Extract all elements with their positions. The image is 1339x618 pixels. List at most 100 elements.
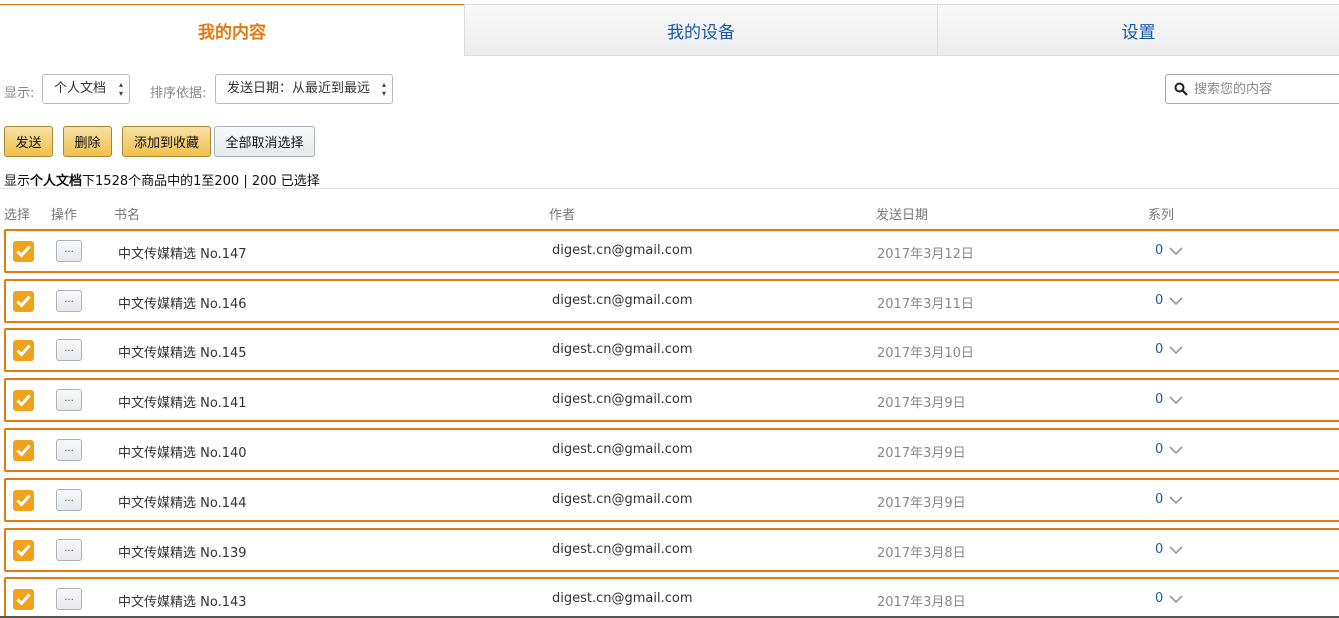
row-checkbox[interactable] (13, 241, 34, 262)
checkmark-icon (16, 344, 31, 357)
checkmark-icon (16, 544, 31, 557)
select-arrows-icon: ▴ ▾ (381, 80, 386, 98)
checkmark-icon (16, 394, 31, 407)
search-box[interactable] (1165, 74, 1339, 104)
row-title: 中文传媒精选 No.139 (118, 546, 247, 561)
row-author: digest.cn@gmail.com (552, 442, 693, 457)
table-row[interactable]: ... 中文传媒精选 No.141 digest.cn@gmail.com 2017年… (4, 378, 1339, 422)
more-actions-button[interactable]: ... (56, 389, 82, 411)
row-checkbox[interactable] (13, 490, 34, 511)
show-label: 显示: (4, 86, 35, 101)
show-select-value: 个人文档 (54, 81, 107, 96)
row-title: 中文传媒精选 No.141 (118, 396, 247, 411)
chevron-down-icon[interactable] (1169, 297, 1183, 305)
chevron-down-icon[interactable] (1169, 247, 1183, 255)
more-actions-button[interactable]: ... (56, 439, 82, 461)
row-checkbox[interactable] (13, 340, 34, 361)
row-checkbox[interactable] (13, 291, 34, 312)
row-series-count[interactable]: 0 (1155, 442, 1163, 457)
chevron-down-icon[interactable] (1169, 346, 1183, 354)
table-row[interactable]: ... 中文传媒精选 No.144 digest.cn@gmail.com 2017年… (4, 478, 1339, 522)
table-row[interactable]: ... 中文传媒精选 No.140 digest.cn@gmail.com 2017年… (4, 428, 1339, 472)
checkmark-icon (16, 295, 31, 308)
row-series-count[interactable]: 0 (1155, 392, 1163, 407)
row-author: digest.cn@gmail.com (552, 392, 693, 407)
row-date: 2017年3月11日 (877, 297, 974, 312)
tab-settings[interactable]: 设置 (937, 4, 1339, 56)
row-date: 2017年3月9日 (877, 496, 966, 511)
divider (0, 188, 1339, 189)
tab-my-content[interactable]: 我的内容 (0, 4, 464, 56)
more-actions-button[interactable]: ... (56, 339, 82, 361)
checkmark-icon (16, 245, 31, 258)
row-series-count[interactable]: 0 (1155, 293, 1163, 308)
row-title: 中文传媒精选 No.144 (118, 496, 247, 511)
show-select[interactable]: 个人文档 ▴ ▾ (42, 74, 130, 104)
send-button[interactable]: 发送 (4, 126, 53, 157)
summary-category: 个人文档 (30, 174, 83, 189)
row-date: 2017年3月8日 (877, 595, 966, 610)
row-series-count[interactable]: 0 (1155, 243, 1163, 258)
more-actions-button[interactable]: ... (56, 489, 82, 511)
table-row[interactable]: ... 中文传媒精选 No.146 digest.cn@gmail.com 2017年… (4, 279, 1339, 323)
select-arrows-icon: ▴ ▾ (118, 80, 123, 98)
row-checkbox[interactable] (13, 440, 34, 461)
deselect-all-button[interactable]: 全部取消选择 (214, 126, 315, 157)
row-title: 中文传媒精选 No.143 (118, 595, 247, 610)
search-icon (1174, 82, 1188, 96)
checkmark-icon (16, 494, 31, 507)
table-row[interactable]: ... 中文传媒精选 No.145 digest.cn@gmail.com 2017年… (4, 328, 1339, 372)
row-title: 中文传媒精选 No.147 (118, 247, 247, 262)
row-series-count[interactable]: 0 (1155, 342, 1163, 357)
row-author: digest.cn@gmail.com (552, 342, 693, 357)
selection-summary: 显示个人文档下1528个商品中的1至200 | 200 已选择 (4, 170, 320, 189)
row-date: 2017年3月9日 (877, 446, 966, 461)
row-author: digest.cn@gmail.com (552, 293, 693, 308)
column-series: 系列 (1148, 208, 1175, 223)
column-select: 选择 (4, 208, 31, 223)
add-to-favorites-button[interactable]: 添加到收藏 (122, 126, 211, 157)
row-series-count[interactable]: 0 (1155, 591, 1163, 606)
summary-suffix: 下1528个商品中的1至200 | 200 已选择 (82, 174, 320, 189)
row-title: 中文传媒精选 No.140 (118, 446, 247, 461)
table-row[interactable]: ... 中文传媒精选 No.139 digest.cn@gmail.com 2017年… (4, 528, 1339, 572)
chevron-down-icon[interactable] (1169, 396, 1183, 404)
more-actions-button[interactable]: ... (56, 588, 82, 610)
chevron-down-icon[interactable] (1169, 546, 1183, 554)
row-author: digest.cn@gmail.com (552, 492, 693, 507)
row-author: digest.cn@gmail.com (552, 243, 693, 258)
chevron-down-icon[interactable] (1169, 496, 1183, 504)
more-actions-button[interactable]: ... (56, 539, 82, 561)
sort-select[interactable]: 发送日期：从最近到最远 ▴ ▾ (215, 74, 393, 104)
column-date[interactable]: 发送日期 (876, 204, 928, 223)
chevron-down-icon[interactable] (1169, 446, 1183, 454)
more-actions-button[interactable]: ... (56, 290, 82, 312)
summary-prefix: 显示 (4, 174, 31, 189)
row-date: 2017年3月10日 (877, 346, 974, 361)
filter-bar: 显示: 个人文档 ▴ ▾ 排序依据: 发送日期：从最近到最远 ▴ ▾ (0, 74, 1339, 106)
row-date: 2017年3月8日 (877, 546, 966, 561)
row-checkbox[interactable] (13, 390, 34, 411)
delete-button[interactable]: 删除 (63, 126, 112, 157)
row-author: digest.cn@gmail.com (552, 591, 693, 606)
row-title: 中文传媒精选 No.146 (118, 297, 247, 312)
row-checkbox[interactable] (13, 540, 34, 561)
table-row[interactable]: ... 中文传媒精选 No.143 digest.cn@gmail.com 2017年… (4, 577, 1339, 618)
column-author[interactable]: 作者 (549, 204, 575, 223)
row-series-count[interactable]: 0 (1155, 542, 1163, 557)
sort-label: 排序依据: (150, 86, 207, 101)
table-row[interactable]: ... 中文传媒精选 No.147 digest.cn@gmail.com 2017年… (4, 229, 1339, 273)
search-input[interactable] (1194, 75, 1339, 103)
column-title[interactable]: 书名 (114, 204, 140, 223)
sort-select-value: 发送日期：从最近到最远 (227, 81, 371, 96)
column-action: 操作 (51, 208, 78, 223)
checkmark-icon (16, 593, 31, 606)
chevron-down-icon[interactable] (1169, 595, 1183, 603)
row-series-count[interactable]: 0 (1155, 492, 1163, 507)
tab-my-devices[interactable]: 我的设备 (464, 4, 937, 56)
row-checkbox[interactable] (13, 589, 34, 610)
row-date: 2017年3月9日 (877, 396, 966, 411)
checkmark-icon (16, 444, 31, 457)
more-actions-button[interactable]: ... (56, 240, 82, 262)
row-author: digest.cn@gmail.com (552, 542, 693, 557)
